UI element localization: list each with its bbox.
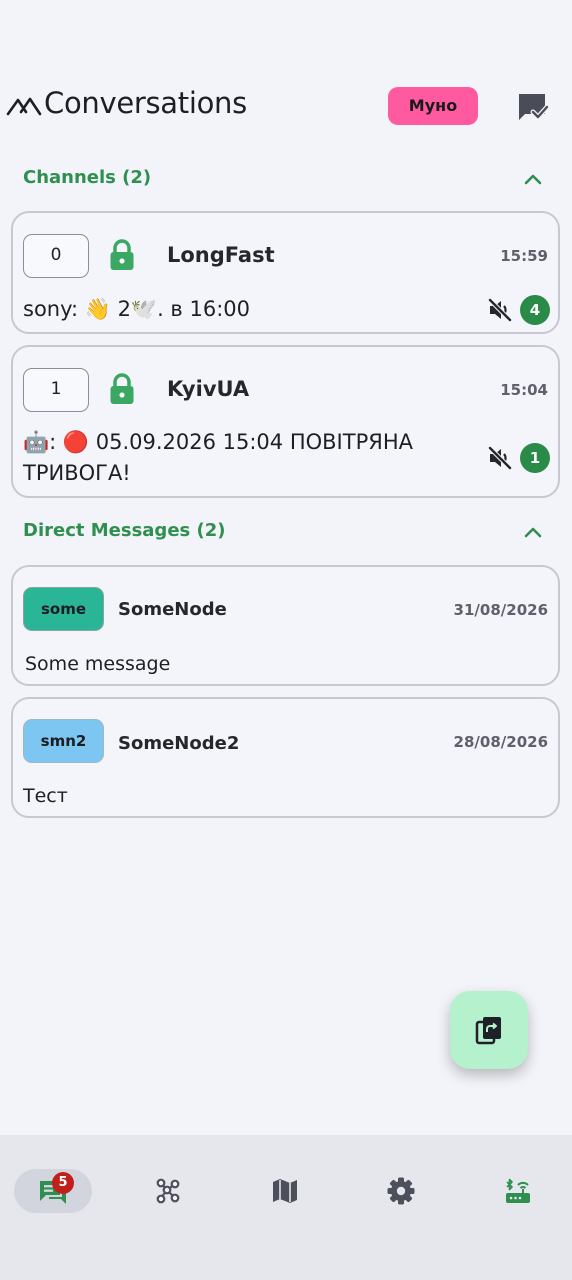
conversations-badge: 5 (52, 1172, 74, 1194)
dm-section-title: Direct Messages (2) (23, 520, 226, 541)
dm-card-somenode2[interactable]: smn2 SomeNode2 28/08/2026 Тест (11, 697, 560, 818)
node-avatar: some (23, 587, 104, 631)
node-avatar: smn2 (23, 719, 104, 763)
mark-all-read-icon[interactable] (516, 91, 550, 123)
bottom-navigation: 5 (0, 1135, 572, 1280)
muted-icon (488, 298, 512, 322)
lock-icon (110, 373, 134, 404)
nav-nodes[interactable] (129, 1169, 207, 1213)
channel-index: 0 (23, 234, 89, 278)
nav-connections[interactable] (479, 1169, 557, 1213)
new-message-fab[interactable] (450, 991, 528, 1069)
unread-count-badge: 4 (520, 295, 550, 325)
share-contact-icon (475, 1017, 501, 1045)
nav-settings[interactable] (362, 1169, 440, 1213)
conversations-screen: Conversations Муно Channels (2) 0 LongFa… (0, 0, 572, 1280)
node-chip[interactable]: Муно (388, 87, 478, 125)
chevron-up-icon[interactable] (522, 171, 544, 187)
chevron-up-icon[interactable] (522, 524, 544, 540)
channel-card-kyivua[interactable]: 1 KyivUA 15:04 🤖: 🔴 05.09.2026 15:04 ПОВ… (11, 345, 560, 498)
channel-card-longfast[interactable]: 0 LongFast 15:59 sony: 👋 2🕊️. в 16:00 4 (11, 211, 560, 334)
channel-name: KyivUA (167, 377, 250, 401)
message-date: 28/08/2026 (453, 733, 548, 751)
last-message-line-1: 🤖: 🔴 05.09.2026 15:04 ПОВІТРЯНА (23, 430, 413, 454)
last-message: sony: 👋 2🕊️. в 16:00 (23, 297, 251, 321)
channel-name: LongFast (167, 243, 275, 267)
dm-section-header[interactable]: Direct Messages (2) (0, 518, 572, 548)
connections-icon (506, 1178, 530, 1203)
unread-count-badge: 1 (520, 443, 550, 473)
dm-card-somenode[interactable]: some SomeNode 31/08/2026 Some message (11, 565, 560, 686)
nodes-icon (156, 1178, 180, 1204)
nav-conversations[interactable]: 5 (14, 1169, 92, 1213)
message-date: 31/08/2026 (453, 601, 548, 619)
last-message-line-2: ТРИВОГА! (23, 461, 131, 485)
contact-name: SomeNode2 (118, 733, 240, 754)
channels-section-title: Channels (2) (23, 167, 152, 188)
last-message: Тест (23, 785, 68, 807)
app-header: Conversations Муно (0, 84, 572, 128)
message-time: 15:04 (500, 381, 548, 399)
settings-icon (387, 1177, 415, 1205)
lock-icon (110, 239, 134, 270)
nav-map[interactable] (246, 1169, 324, 1213)
channels-section-header[interactable]: Channels (2) (0, 165, 572, 195)
meshtastic-logo-icon (6, 97, 42, 116)
contact-name: SomeNode (118, 599, 227, 620)
channel-index: 1 (23, 368, 89, 412)
page-title: Conversations (44, 86, 247, 120)
last-message: Some message (25, 653, 171, 675)
map-icon (273, 1179, 297, 1203)
muted-icon (488, 446, 512, 470)
message-time: 15:59 (500, 247, 548, 265)
